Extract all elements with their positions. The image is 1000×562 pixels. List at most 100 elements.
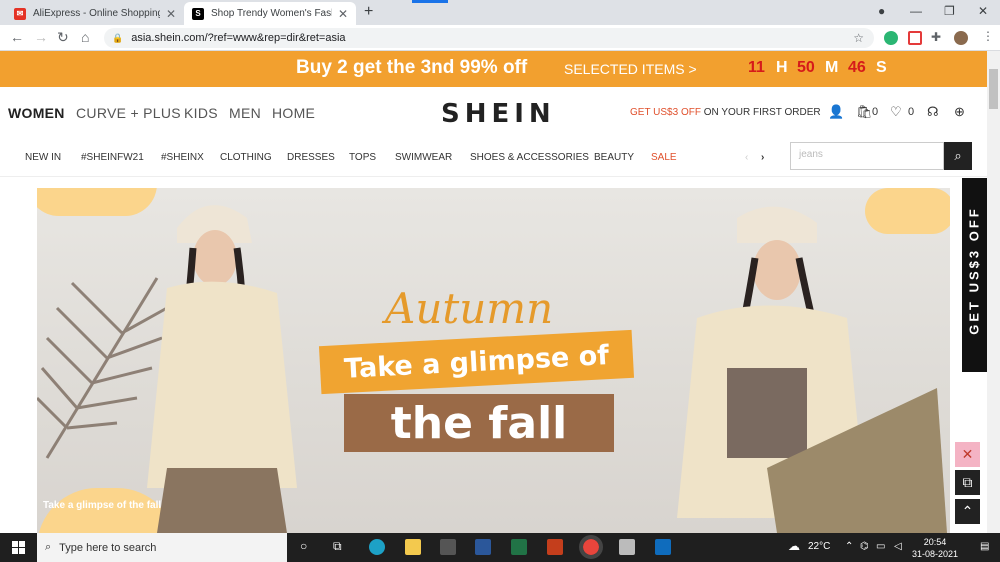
subnav-tops[interactable]: TOPS (349, 152, 376, 163)
subnav-clothing[interactable]: CLOTHING (220, 152, 272, 163)
taskbar-clock[interactable]: 20:54 31-08-2021 (912, 536, 958, 560)
app-icon[interactable] (619, 539, 635, 555)
close-window-button[interactable]: ✕ (978, 4, 988, 18)
lock-icon: 🔒 (112, 32, 124, 43)
copy-icon[interactable]: ⧉ (955, 470, 980, 495)
scrollbar-thumb[interactable] (989, 69, 998, 109)
nav-home[interactable]: HOME (272, 105, 315, 121)
temperature[interactable]: 22°C (808, 541, 830, 552)
word-icon[interactable] (475, 539, 491, 555)
nav-women[interactable]: WOMEN (8, 105, 65, 121)
subnav-sheinx[interactable]: #SHEINX (161, 152, 204, 163)
home-icon[interactable]: ⌂ (81, 29, 89, 45)
url-field[interactable]: 🔒 asia.shein.com/?ref=www&rep=dir&ret=as… (104, 28, 874, 48)
model-left-image (147, 205, 297, 533)
page-scrollbar[interactable] (987, 51, 1000, 533)
site-header: WOMEN CURVE + PLUS KIDS MEN HOME SHEIN G… (0, 87, 987, 139)
hero-banner[interactable]: Autumn Take a glimpse of the fall Take a… (37, 188, 950, 533)
windows-taskbar: ⌕ Type here to search ○ ⧉ ☁ 22°C ⌃ ⌬ ▭ ◁… (0, 533, 1000, 562)
cortana-icon[interactable]: ○ (300, 539, 307, 553)
promo-banner[interactable]: Buy 2 get the 3nd 99% off SELECTED ITEMS… (0, 51, 987, 87)
model-right-image (677, 206, 947, 533)
close-tab-icon[interactable]: ✕ (338, 7, 348, 21)
tab-title: Shop Trendy Women's Fashion | (211, 8, 332, 19)
weather-cloud-icon[interactable]: ☁ (788, 539, 800, 553)
countdown-seconds: 46 (848, 59, 866, 76)
browser-tab-strip: ✉ AliExpress - Online Shopping for ✕ S S… (0, 0, 1000, 25)
extension-icon[interactable] (908, 31, 922, 45)
tray-chevron-icon[interactable]: ⌃ (845, 541, 853, 552)
selected-items-link[interactable]: SELECTED ITEMS > (564, 61, 697, 77)
countdown-minutes: 50 (797, 59, 815, 76)
task-view-icon[interactable]: ⧉ (333, 539, 342, 554)
file-explorer-icon[interactable] (405, 539, 421, 555)
bag-icon[interactable]: 🛍 (856, 104, 873, 120)
windows-start-icon[interactable] (12, 541, 25, 554)
search-icon: ⌕ (954, 148, 962, 163)
battery-icon[interactable]: ▭ (876, 541, 885, 552)
shein-logo[interactable]: SHEIN (441, 99, 556, 129)
tab-search-icon[interactable]: ● (878, 4, 885, 18)
subnav-dresses[interactable]: DRESSES (287, 152, 335, 163)
countdown-s-label: S (876, 59, 887, 76)
chrome-icon[interactable] (579, 535, 603, 559)
subnav-sale[interactable]: SALE (651, 152, 677, 163)
store-icon[interactable] (440, 539, 456, 555)
subnav-prev-icon[interactable]: ‹ (745, 152, 748, 163)
wishlist-count: 0 (908, 106, 915, 118)
support-headset-icon[interactable]: ☊ (927, 104, 939, 120)
powerpoint-icon[interactable] (547, 539, 563, 555)
side-tab-label: GET US$3 OFF (966, 206, 982, 335)
globe-icon[interactable]: ⊕ (954, 104, 965, 120)
wishlist-heart-icon[interactable]: ♡ (890, 104, 902, 120)
back-icon[interactable]: ← (10, 29, 24, 45)
offer-amount: GET US$3 OFF (630, 107, 701, 118)
promo-headline[interactable]: Buy 2 get the 3nd 99% off (296, 57, 527, 79)
offer-text: ON YOUR FIRST ORDER (700, 107, 821, 118)
chrome-menu-icon[interactable]: ⋮ (982, 29, 994, 43)
close-tab-icon[interactable]: ✕ (166, 7, 176, 21)
first-order-offer[interactable]: GET US$3 OFF ON YOUR FIRST ORDER (630, 107, 821, 118)
mail-icon[interactable] (655, 539, 671, 555)
extensions-puzzle-icon[interactable]: ✚ (931, 30, 941, 44)
nav-men[interactable]: MEN (229, 105, 261, 121)
banner-headline: Take a glimpse of (318, 329, 635, 395)
url-text: asia.shein.com/?ref=www&rep=dir&ret=asia (131, 32, 346, 44)
new-tab-button[interactable]: + (364, 3, 373, 21)
subnav-next-icon[interactable]: › (761, 152, 764, 163)
tab-indicator (412, 0, 448, 3)
subnav-swimwear[interactable]: SWIMWEAR (395, 152, 452, 163)
reload-icon[interactable]: ↻ (57, 29, 69, 46)
extension-grammarly-icon[interactable] (884, 31, 898, 45)
tab-aliexpress[interactable]: ✉ AliExpress - Online Shopping for ✕ (6, 2, 184, 25)
search-button[interactable]: ⌕ (944, 142, 972, 170)
search-input[interactable]: jeans (790, 142, 944, 170)
taskbar-search-input[interactable]: ⌕ Type here to search (37, 533, 287, 562)
subnav-sheinfw21[interactable]: #SHEINFW21 (81, 152, 144, 163)
clock-time: 20:54 (923, 537, 947, 547)
tab-title: AliExpress - Online Shopping for (33, 8, 160, 19)
subnav-new-in[interactable]: NEW IN (25, 152, 61, 163)
notification-icon[interactable]: ▤ (980, 541, 989, 552)
bookmark-star-icon[interactable]: ☆ (853, 31, 864, 45)
minimize-button[interactable]: — (910, 4, 922, 18)
banner-script-title: Autumn (385, 284, 554, 333)
excel-icon[interactable] (511, 539, 527, 555)
close-popup-icon[interactable]: ✕ (955, 442, 980, 467)
countdown-m-label: M (825, 59, 839, 76)
subnav-shoes-accessories[interactable]: SHOES & ACCESSORIES (470, 152, 589, 163)
nav-curve-plus[interactable]: CURVE + PLUS (76, 105, 181, 121)
back-to-top-icon[interactable]: ⌃ (955, 499, 980, 524)
edge-icon[interactable] (369, 539, 385, 555)
banner-caption: Take a glimpse of the fall (43, 500, 162, 511)
get-discount-side-tab[interactable]: GET US$3 OFF (962, 178, 987, 372)
forward-icon[interactable]: → (34, 29, 48, 45)
profile-avatar[interactable] (954, 31, 968, 45)
volume-icon[interactable]: ◁ (894, 541, 902, 552)
network-icon[interactable]: ⌬ (860, 541, 869, 552)
maximize-button[interactable]: ❐ (944, 4, 955, 18)
account-icon[interactable]: 👤 (828, 104, 844, 120)
tab-shein[interactable]: S Shop Trendy Women's Fashion | ✕ (184, 2, 356, 25)
nav-kids[interactable]: KIDS (184, 105, 218, 121)
subnav-beauty[interactable]: BEAUTY (594, 152, 634, 163)
